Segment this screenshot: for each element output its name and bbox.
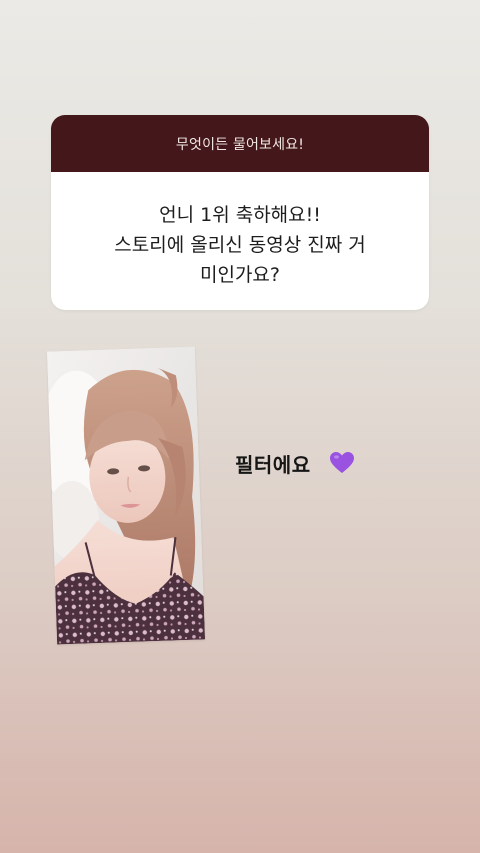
- question-sticker-body: 언니 1위 축하해요!! 스토리에 올리신 동영상 진짜 거 미인가요?: [51, 172, 429, 310]
- question-prompt: 무엇이든 물어보세요!: [175, 136, 305, 153]
- question-text: 언니 1위 축하해요!! 스토리에 올리신 동영상 진짜 거 미인가요?: [114, 204, 366, 286]
- selfie-photo-illustration: [46, 346, 206, 645]
- reply-text: 필터에요: [235, 452, 311, 477]
- question-sticker[interactable]: 무엇이든 물어보세요! 언니 1위 축하해요!! 스토리에 올리신 동영상 진짜…: [51, 115, 429, 310]
- reply-row: 필터에요: [235, 448, 355, 478]
- story-photo[interactable]: [46, 346, 206, 645]
- question-sticker-header: 무엇이든 물어보세요!: [51, 115, 429, 172]
- purple-heart-icon: [329, 451, 355, 475]
